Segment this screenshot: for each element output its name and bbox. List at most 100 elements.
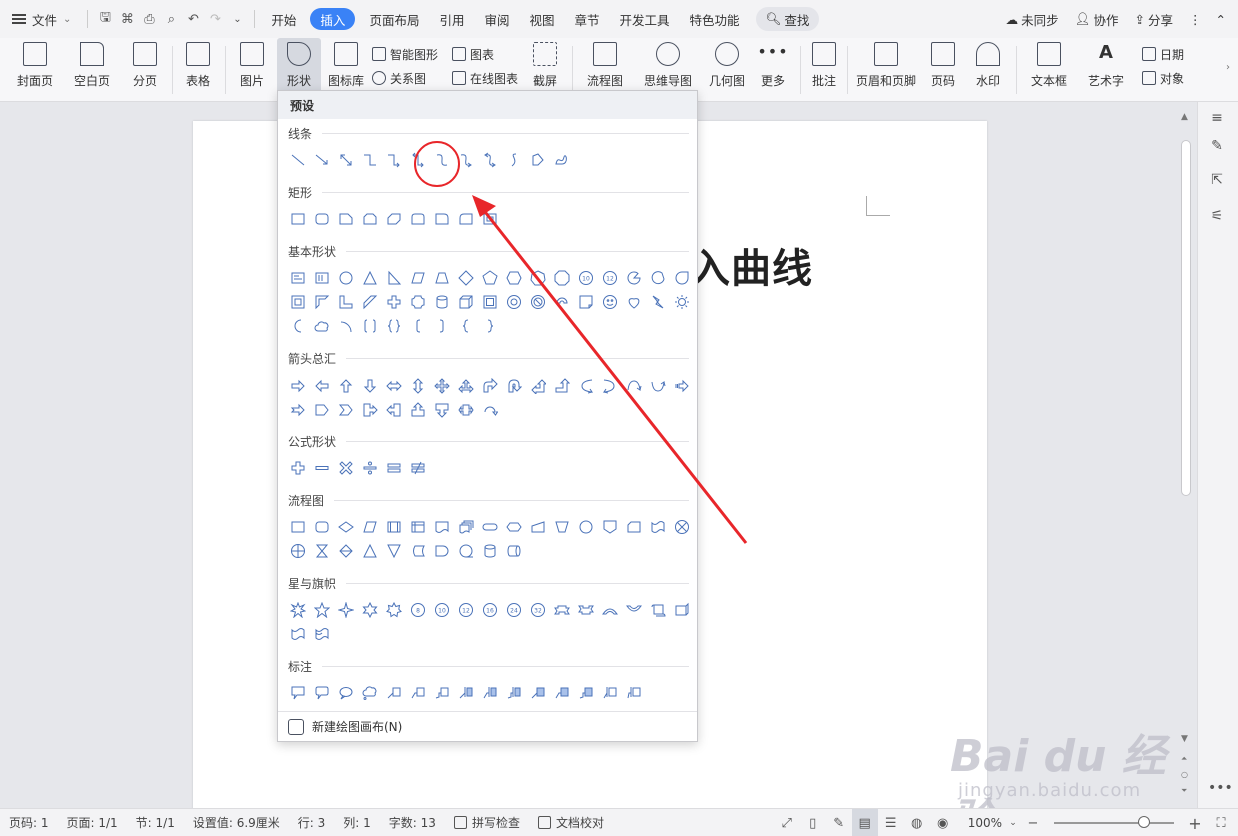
shape-chord-icon[interactable] [646, 266, 670, 290]
page-break-button[interactable]: 分页 [124, 38, 166, 102]
panel-menu-icon[interactable]: ≡ [1208, 110, 1226, 128]
smart-graphic-button[interactable]: 智能图形 [372, 44, 438, 64]
geometry-button[interactable]: 几何图 [706, 38, 748, 102]
shape-pie-icon[interactable] [622, 266, 646, 290]
shape-aline2-icon[interactable] [478, 681, 502, 705]
shape-rbracket-icon[interactable] [430, 314, 454, 338]
zoom-slider[interactable] [1054, 816, 1174, 828]
blank-page-button[interactable]: 空白页 [66, 38, 118, 102]
shape-curved-icon[interactable] [478, 148, 502, 172]
shape-offpage-icon[interactable] [598, 515, 622, 539]
shape-line1-icon[interactable] [382, 681, 406, 705]
shape-star16-icon[interactable]: 16 [478, 598, 502, 622]
shape-ucurve-icon[interactable] [622, 374, 646, 398]
shape-diamond-icon[interactable] [454, 266, 478, 290]
shape-altproc-icon[interactable] [310, 515, 334, 539]
shape-hscroll-icon[interactable] [670, 598, 694, 622]
shape-star6-icon[interactable] [358, 598, 382, 622]
wordart-button[interactable]: A 艺术字 [1081, 38, 1131, 102]
eye-protection-icon[interactable]: ◉ [930, 809, 956, 836]
shape-ribbonup-icon[interactable] [550, 598, 574, 622]
tab-references[interactable]: 引用 [429, 0, 474, 38]
save-icon[interactable]: 🖫 [94, 0, 116, 38]
status-pages[interactable]: 页面: 1/1 [58, 809, 127, 836]
shape-fneq-icon[interactable] [406, 456, 430, 480]
page-number-button[interactable]: 页码 [924, 38, 962, 102]
shape-ccloud-icon[interactable] [358, 681, 382, 705]
shape-scribble-icon[interactable] [550, 148, 574, 172]
relation-chart-button[interactable]: 关系图 [372, 68, 426, 88]
status-row[interactable]: 行: 3 [289, 809, 335, 836]
shape-bolt-icon[interactable] [646, 290, 670, 314]
shape-aline1-icon[interactable] [454, 681, 478, 705]
picture-button[interactable]: 图片 [231, 38, 273, 102]
shape-arrow-icon[interactable] [310, 148, 334, 172]
shape-donut-icon[interactable] [502, 290, 526, 314]
shape-curvup-icon[interactable] [598, 598, 622, 622]
shape-intstore-icon[interactable] [406, 515, 430, 539]
status-setting[interactable]: 设置值: 6.9厘米 [184, 809, 289, 836]
print-preview-icon[interactable]: ⌕ [160, 0, 182, 38]
shape-fdivide-icon[interactable] [358, 456, 382, 480]
shape-dodeca-icon[interactable]: 12 [598, 266, 622, 290]
shape-bline2-icon[interactable] [550, 681, 574, 705]
shape-vscroll-icon[interactable] [646, 598, 670, 622]
shape-freeform-icon[interactable] [502, 148, 526, 172]
shape-arc2-icon[interactable] [334, 314, 358, 338]
shape-rect-icon[interactable] [286, 207, 310, 231]
shape-sumjunc-icon[interactable] [670, 515, 694, 539]
shape-heart-icon[interactable] [622, 290, 646, 314]
shape-connector-icon[interactable] [574, 515, 598, 539]
shape-hepta-icon[interactable] [526, 266, 550, 290]
shape-moon-icon[interactable] [286, 314, 310, 338]
shape-diagstripe-icon[interactable] [358, 290, 382, 314]
shape-lrua-icon[interactable] [454, 374, 478, 398]
shape-lua-icon[interactable] [526, 374, 550, 398]
shape-cloud-icon[interactable] [310, 314, 334, 338]
shape-rframe-icon[interactable] [478, 207, 502, 231]
shape-uda-icon[interactable] [406, 374, 430, 398]
shape-lshape-icon[interactable] [334, 290, 358, 314]
shape-ccurve-icon[interactable] [574, 374, 598, 398]
shape-smiley-icon[interactable] [598, 290, 622, 314]
shape-card-icon[interactable] [622, 515, 646, 539]
shape-para-icon[interactable] [406, 266, 430, 290]
ribbon-scroll-right-icon[interactable]: › [1226, 62, 1230, 73]
scrollbar-thumb[interactable] [1181, 140, 1191, 496]
shape-chevron-icon[interactable] [334, 398, 358, 422]
shape-rbrace-icon[interactable] [478, 314, 502, 338]
fullscreen-icon[interactable]: ⤢ [774, 809, 800, 836]
shape-lbracket-icon[interactable] [406, 314, 430, 338]
tab-features[interactable]: 特色功能 [680, 0, 750, 38]
new-canvas-button[interactable]: 新建绘图画布(N) [278, 711, 697, 741]
shape-snipd-icon[interactable] [382, 207, 406, 231]
zoom-in-icon[interactable]: + [1182, 809, 1208, 836]
shape-line2-icon[interactable] [406, 681, 430, 705]
redo-icon[interactable]: ↷ [204, 0, 226, 38]
sync-status[interactable]: ☁ 未同步 [998, 0, 1067, 38]
shape-plus-icon[interactable] [382, 290, 406, 314]
shape-crrect-icon[interactable] [310, 681, 334, 705]
shape-ribbondown-icon[interactable] [574, 598, 598, 622]
shape-wave-icon[interactable] [286, 622, 310, 646]
more-options-icon[interactable]: ⋮ [1181, 0, 1210, 38]
chart-button[interactable]: 图表 [452, 44, 494, 64]
shape-fminus-icon[interactable] [310, 456, 334, 480]
outline-view-icon[interactable]: ☰ [878, 809, 904, 836]
shape-delay-icon[interactable] [430, 539, 454, 563]
shape-hexa-icon[interactable] [502, 266, 526, 290]
shape-ra-icon[interactable] [286, 374, 310, 398]
shape-dbrace-icon[interactable] [382, 314, 406, 338]
shape-dwave-icon[interactable] [310, 622, 334, 646]
shape-ua-icon[interactable] [334, 374, 358, 398]
object-button[interactable]: 对象 [1142, 68, 1184, 88]
shape-curvdown-icon[interactable] [622, 598, 646, 622]
search-box[interactable]: 🔍︎ 查找 [755, 7, 820, 31]
shape-notched-icon[interactable] [286, 398, 310, 422]
shape-exp-icon[interactable] [286, 598, 310, 622]
tab-home[interactable]: 开始 [261, 0, 306, 38]
shape-ellipse-icon[interactable] [334, 266, 358, 290]
shape-lbrace-icon[interactable] [454, 314, 478, 338]
shape-tri-icon[interactable] [358, 266, 382, 290]
shape-snip2-icon[interactable] [358, 207, 382, 231]
